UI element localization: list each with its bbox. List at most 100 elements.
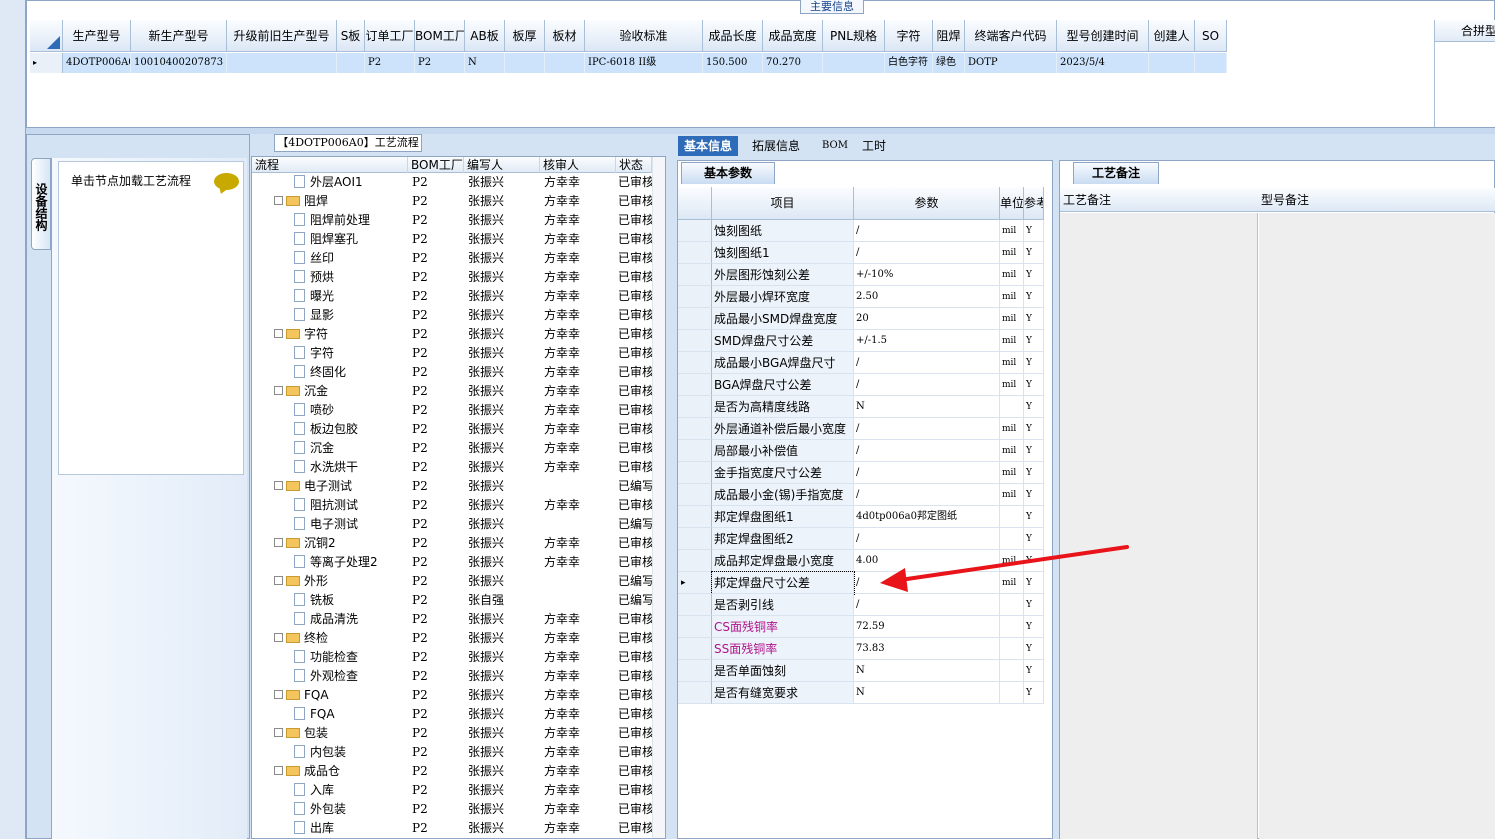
top-col-header[interactable]: 生产型号 bbox=[63, 20, 131, 52]
param-row[interactable]: 外层通道补偿后最小宽度 / mil Y bbox=[678, 418, 1050, 440]
model-notes-body[interactable] bbox=[1259, 213, 1495, 839]
param-value-cell[interactable]: +/-10% bbox=[854, 264, 1000, 286]
param-value-cell[interactable]: 4d0tp006a0邦定图纸 bbox=[854, 506, 1000, 528]
col-header-unit[interactable]: 单位 bbox=[1000, 187, 1024, 220]
top-grid-cell[interactable]: 2023/5/4 bbox=[1057, 53, 1149, 73]
collapse-icon[interactable]: − bbox=[274, 690, 283, 699]
top-col-header[interactable]: 板材 bbox=[545, 20, 585, 52]
top-grid-cell[interactable] bbox=[545, 53, 585, 73]
process-row[interactable]: − 终检 P2 张振兴 方幸幸 已审核 bbox=[252, 629, 652, 648]
top-grid-cell[interactable] bbox=[337, 53, 365, 73]
param-value-cell[interactable]: / bbox=[854, 572, 1000, 594]
top-grid-cell[interactable] bbox=[1149, 53, 1195, 73]
top-col-header[interactable]: SO bbox=[1195, 20, 1227, 52]
process-row[interactable]: 成品清洗 P2 张振兴 方幸幸 已审核 bbox=[252, 610, 652, 629]
param-row[interactable]: BGA焊盘尺寸公差 / mil Y bbox=[678, 374, 1050, 396]
param-value-cell[interactable]: / bbox=[854, 440, 1000, 462]
top-grid-cell[interactable]: 绿色 bbox=[933, 53, 965, 73]
process-row[interactable]: 电子测试 P2 张振兴 已编写 bbox=[252, 515, 652, 534]
param-value-cell[interactable]: 73.83 bbox=[854, 638, 1000, 660]
device-tree-card[interactable] bbox=[58, 161, 244, 475]
collapse-icon[interactable]: − bbox=[274, 386, 283, 395]
top-grid-cell[interactable]: 150.500 bbox=[703, 53, 763, 73]
param-value-cell[interactable]: 2.50 bbox=[854, 286, 1000, 308]
param-row[interactable]: 外层图形蚀刻公差 +/-10% mil Y bbox=[678, 264, 1050, 286]
collapse-icon[interactable]: − bbox=[274, 481, 283, 490]
top-col-header[interactable]: 阻焊 bbox=[933, 20, 965, 52]
top-col-header[interactable]: BOM工厂 bbox=[415, 20, 465, 52]
process-row[interactable]: 预烘 P2 张振兴 方幸幸 已审核 bbox=[252, 268, 652, 287]
top-col-header[interactable]: 成品宽度 bbox=[763, 20, 823, 52]
param-row[interactable]: 局部最小补偿值 / mil Y bbox=[678, 440, 1050, 462]
param-value-cell[interactable]: 72.59 bbox=[854, 616, 1000, 638]
top-col-header[interactable]: S板 bbox=[337, 20, 365, 52]
process-row[interactable]: 字符 P2 张振兴 方幸幸 已审核 bbox=[252, 344, 652, 363]
param-row[interactable]: 成品最小SMD焊盘宽度 20 mil Y bbox=[678, 308, 1050, 330]
param-row[interactable]: 成品最小BGA焊盘尺寸 / mil Y bbox=[678, 352, 1050, 374]
top-grid-cell[interactable]: IPC-6018 II级 bbox=[585, 53, 703, 73]
process-row[interactable]: − FQA P2 张振兴 方幸幸 已审核 bbox=[252, 686, 652, 705]
tab-process-notes[interactable]: 工艺备注 bbox=[1073, 162, 1159, 184]
process-row[interactable]: 铣板 P2 张自强 已编写 bbox=[252, 591, 652, 610]
param-row[interactable]: 是否有缝宽要求 N Y bbox=[678, 682, 1050, 704]
top-col-header[interactable]: 型号创建时间 bbox=[1057, 20, 1149, 52]
process-row[interactable]: 喷砂 P2 张振兴 方幸幸 已审核 bbox=[252, 401, 652, 420]
param-row[interactable]: 邦定焊盘图纸2/ Y bbox=[678, 528, 1050, 550]
param-value-cell[interactable]: / bbox=[854, 352, 1000, 374]
process-row[interactable]: 外层AOI1 P2 张振兴 方幸幸 已审核 bbox=[252, 173, 652, 192]
collapse-icon[interactable]: − bbox=[274, 728, 283, 737]
top-grid-cell[interactable]: 4DOTP006A0 bbox=[63, 53, 131, 73]
top-grid-cell[interactable]: 白色字符 bbox=[885, 53, 933, 73]
top-col-header[interactable]: 终端客户代码 bbox=[965, 20, 1057, 52]
param-row[interactable]: ▸ 邦定焊盘尺寸公差 / mil Y bbox=[678, 571, 1050, 595]
process-row[interactable]: 阻焊前处理 P2 张振兴 方幸幸 已审核 bbox=[252, 211, 652, 230]
col-header-item[interactable]: 项目 bbox=[712, 187, 854, 220]
process-row[interactable]: 外包装 P2 张振兴 方幸幸 已审核 bbox=[252, 800, 652, 819]
top-grid-cell[interactable]: P2 bbox=[415, 53, 465, 73]
collapse-icon[interactable]: − bbox=[274, 766, 283, 775]
param-value-cell[interactable]: / bbox=[854, 594, 1000, 616]
param-row[interactable]: 是否单面蚀刻 N Y bbox=[678, 660, 1050, 682]
process-row[interactable]: FQA P2 张振兴 方幸幸 已审核 bbox=[252, 705, 652, 724]
col-header-bom[interactable]: BOM工厂 bbox=[408, 157, 464, 173]
process-row[interactable]: 水洗烘干 P2 张振兴 方幸幸 已审核 bbox=[252, 458, 652, 477]
param-row[interactable]: 是否为高精度线路 N Y bbox=[678, 396, 1050, 418]
param-value-cell[interactable]: / bbox=[854, 462, 1000, 484]
collapse-icon[interactable]: − bbox=[274, 196, 283, 205]
top-col-header[interactable]: 订单工厂 bbox=[365, 20, 415, 52]
process-row[interactable]: 沉金 P2 张振兴 方幸幸 已审核 bbox=[252, 439, 652, 458]
top-grid-cell[interactable]: N bbox=[465, 53, 505, 73]
top-col-header[interactable]: 字符 bbox=[885, 20, 933, 52]
param-value-cell[interactable]: / bbox=[854, 418, 1000, 440]
top-col-header[interactable]: 创建人 bbox=[1149, 20, 1195, 52]
process-row[interactable]: 功能检查 P2 张振兴 方幸幸 已审核 bbox=[252, 648, 652, 667]
collapse-icon[interactable]: − bbox=[274, 538, 283, 547]
tab-basic-info[interactable]: 基本信息 bbox=[678, 136, 739, 156]
process-row[interactable]: 丝印 P2 张振兴 方幸幸 已审核 bbox=[252, 249, 652, 268]
basic-params-grid[interactable]: 项目 参数 单位 参考 蚀刻图纸/milY蚀刻图纸1/milY外层图形蚀刻公差+… bbox=[678, 187, 1050, 707]
process-row[interactable]: − 电子测试 P2 张振兴 已编写 bbox=[252, 477, 652, 496]
process-row[interactable]: 曝光 P2 张振兴 方幸幸 已审核 bbox=[252, 287, 652, 306]
process-row[interactable]: 外观检查 P2 张振兴 方幸幸 已审核 bbox=[252, 667, 652, 686]
process-row[interactable]: 显影 P2 张振兴 方幸幸 已审核 bbox=[252, 306, 652, 325]
process-row[interactable]: − 沉金 P2 张振兴 方幸幸 已审核 bbox=[252, 382, 652, 401]
tab-basic-params[interactable]: 基本参数 bbox=[681, 162, 775, 184]
process-row[interactable]: − 包装 P2 张振兴 方幸幸 已审核 bbox=[252, 724, 652, 743]
param-row[interactable]: SS面残铜率 73.83 Y bbox=[678, 638, 1050, 660]
tab-device-structure[interactable]: 设备结构 bbox=[31, 158, 51, 250]
param-row[interactable]: 金手指宽度尺寸公差 / mil Y bbox=[678, 462, 1050, 484]
top-grid-cell[interactable] bbox=[1195, 53, 1227, 73]
param-row[interactable]: 外层最小焊环宽度 2.50 mil Y bbox=[678, 286, 1050, 308]
col-header-reviewer[interactable]: 核审人 bbox=[540, 157, 616, 173]
col-header-writer[interactable]: 编写人 bbox=[464, 157, 540, 173]
process-row[interactable]: 阻焊塞孔 P2 张振兴 方幸幸 已审核 bbox=[252, 230, 652, 249]
col-header-flow[interactable]: 流程 bbox=[252, 157, 408, 173]
top-grid-cell[interactable]: P2 bbox=[365, 53, 415, 73]
top-col-header[interactable]: AB板 bbox=[465, 20, 505, 52]
param-row[interactable]: 是否剥引线 / Y bbox=[678, 594, 1050, 616]
process-row[interactable]: − 沉铜2 P2 张振兴 方幸幸 已审核 bbox=[252, 534, 652, 553]
top-grid-cell[interactable]: 10010400207873 bbox=[131, 53, 227, 73]
param-row[interactable]: 蚀刻图纸 / mil Y bbox=[678, 220, 1050, 242]
top-col-header[interactable]: 板厚 bbox=[505, 20, 545, 52]
param-row[interactable]: SMD焊盘尺寸公差 +/-1.5 mil Y bbox=[678, 330, 1050, 352]
